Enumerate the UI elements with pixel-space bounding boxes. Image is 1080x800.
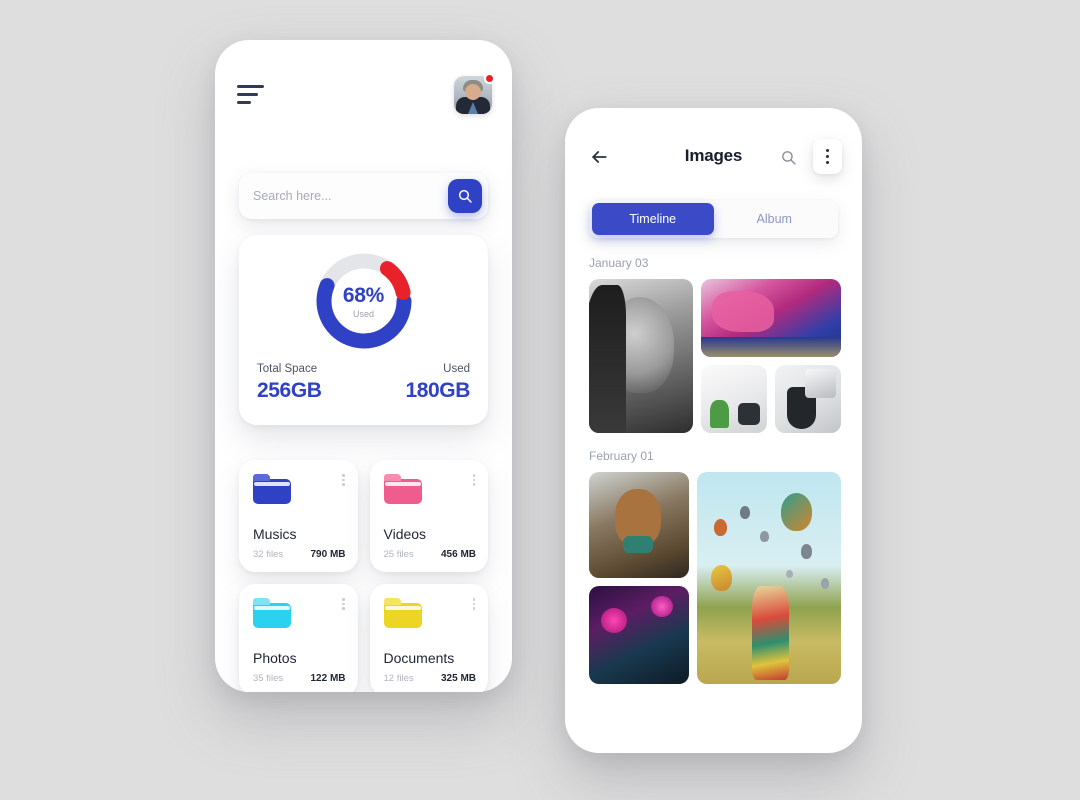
folder-meta: 25 files 456 MB	[384, 549, 477, 560]
used-space-label: Used	[443, 363, 470, 375]
folder-meta: 35 files 122 MB	[253, 673, 346, 684]
folder-icon	[253, 598, 291, 628]
gallery-content: January 03 February 01	[589, 256, 841, 684]
search-bar[interactable]	[239, 173, 488, 219]
storage-donut-chart: 68% Used	[312, 249, 416, 353]
folder-name: Videos	[383, 526, 427, 542]
search-icon	[781, 150, 796, 165]
folder-menu-button[interactable]	[471, 596, 478, 612]
gallery-photo[interactable]	[701, 279, 841, 357]
folder-card[interactable]: Documents 12 files 325 MB	[369, 584, 488, 692]
folder-meta: 12 files 325 MB	[384, 673, 477, 684]
total-space-value: 256GB	[257, 379, 322, 402]
gallery-tabs: Timeline Album	[589, 200, 838, 238]
folder-name: Musics	[253, 526, 297, 542]
folder-name: Photos	[253, 650, 297, 666]
tab-timeline[interactable]: Timeline	[592, 203, 714, 235]
used-space-value: 180GB	[405, 379, 470, 402]
folder-card[interactable]: Photos 35 files 122 MB	[239, 584, 358, 692]
donut-sublabel: Used	[352, 308, 374, 319]
gallery-photo[interactable]	[775, 365, 841, 433]
folder-size: 456 MB	[440, 549, 476, 560]
folder-icon	[383, 474, 422, 504]
hamburger-icon[interactable]	[237, 85, 267, 105]
storage-phone-frame: 68% Used Total Space 256GB Used 180GB Mu…	[215, 40, 512, 692]
folder-file-count: 12 files	[383, 673, 414, 684]
storage-legend: Total Space 256GB Used 180GB	[257, 363, 470, 403]
overflow-menu-button[interactable]	[813, 139, 842, 174]
donut-center-labels: 68% Used	[312, 249, 416, 353]
search-button[interactable]	[448, 179, 482, 213]
folder-icon	[253, 474, 291, 504]
search-icon	[458, 189, 472, 203]
total-space-label: Total Space	[257, 363, 318, 375]
total-space-block: Total Space 256GB	[257, 363, 322, 403]
gallery-phone-frame: Images Timeline Album January 03 Februar…	[565, 108, 862, 753]
folder-size: 790 MB	[310, 549, 346, 560]
folder-file-count: 32 files	[253, 549, 284, 560]
january-photo-grid	[589, 279, 841, 433]
screenshot-stage: 68% Used Total Space 256GB Used 180GB Mu…	[0, 0, 1080, 800]
gallery-section-january: January 03	[589, 256, 841, 433]
more-vertical-icon	[826, 149, 829, 152]
gallery-photo[interactable]	[697, 472, 841, 684]
folder-size: 325 MB	[440, 673, 476, 684]
folder-name: Documents	[383, 650, 455, 666]
gallery-search-button[interactable]	[777, 146, 799, 168]
folder-size: 122 MB	[310, 673, 346, 684]
avatar[interactable]	[454, 73, 495, 114]
folder-card[interactable]: Musics 32 files 790 MB	[239, 460, 358, 572]
search-input[interactable]	[253, 189, 448, 203]
folder-menu-button[interactable]	[340, 596, 347, 612]
gallery-header: Images	[565, 108, 862, 204]
donut-percent: 68%	[342, 283, 385, 307]
storage-summary-card: 68% Used Total Space 256GB Used 180GB	[239, 235, 488, 425]
january-bottom-row	[701, 365, 841, 433]
folder-meta: 32 files 790 MB	[253, 549, 346, 560]
gallery-section-february: February 01	[589, 449, 841, 684]
gallery-photo[interactable]	[701, 365, 767, 433]
tab-album[interactable]: Album	[714, 203, 836, 235]
february-photo-grid	[589, 472, 841, 684]
folder-menu-button[interactable]	[340, 472, 347, 488]
gallery-photo[interactable]	[589, 279, 693, 433]
folder-menu-button[interactable]	[471, 472, 478, 488]
folder-grid: Musics 32 files 790 MB Videos 25 files 456 MB…	[239, 460, 488, 692]
folder-file-count: 25 files	[383, 549, 414, 560]
section-date-label: January 03	[589, 256, 649, 270]
folder-file-count: 35 files	[253, 673, 284, 684]
folder-card[interactable]: Videos 25 files 456 MB	[369, 460, 488, 572]
gallery-photo[interactable]	[589, 472, 689, 578]
gallery-photo[interactable]	[589, 586, 689, 684]
used-space-block: Used 180GB	[405, 363, 470, 403]
folder-icon	[383, 598, 422, 628]
section-date-label: February 01	[589, 449, 654, 463]
notification-badge	[484, 73, 495, 84]
storage-header	[215, 40, 512, 135]
